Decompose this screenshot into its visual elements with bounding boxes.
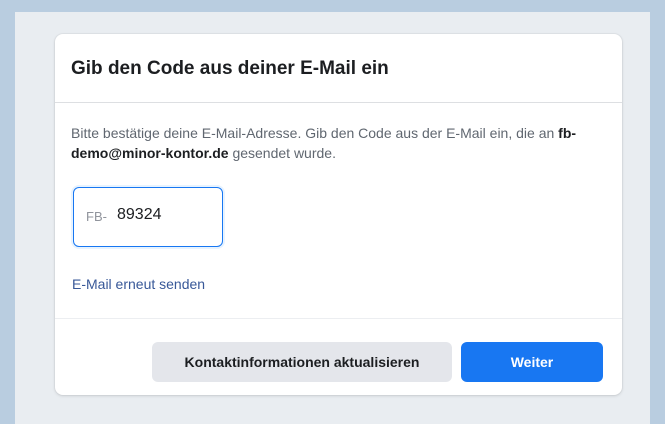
dialog-header: Gib den Code aus deiner E-Mail ein [55,34,622,103]
dialog-title: Gib den Code aus deiner E-Mail ein [71,58,389,79]
code-prefix-label: FB- [86,209,107,224]
update-contact-info-button[interactable]: Kontaktinformationen aktualisieren [152,342,452,382]
continue-button[interactable]: Weiter [461,342,603,382]
code-input-field[interactable]: FB- 89324 [73,187,223,247]
resend-email-link[interactable]: E-Mail erneut senden [72,276,205,292]
dialog-description: Bitte bestätige deine E-Mail-Adresse. Gi… [71,123,611,163]
description-text-after: gesendet wurde. [228,145,336,161]
confirmation-dialog: Gib den Code aus deiner E-Mail ein Bitte… [55,34,622,395]
code-input-value[interactable]: 89324 [117,206,162,224]
description-text-before: Bitte bestätige deine E-Mail-Adresse. Gi… [71,125,559,141]
dialog-footer: Kontaktinformationen aktualisieren Weite… [55,318,622,396]
